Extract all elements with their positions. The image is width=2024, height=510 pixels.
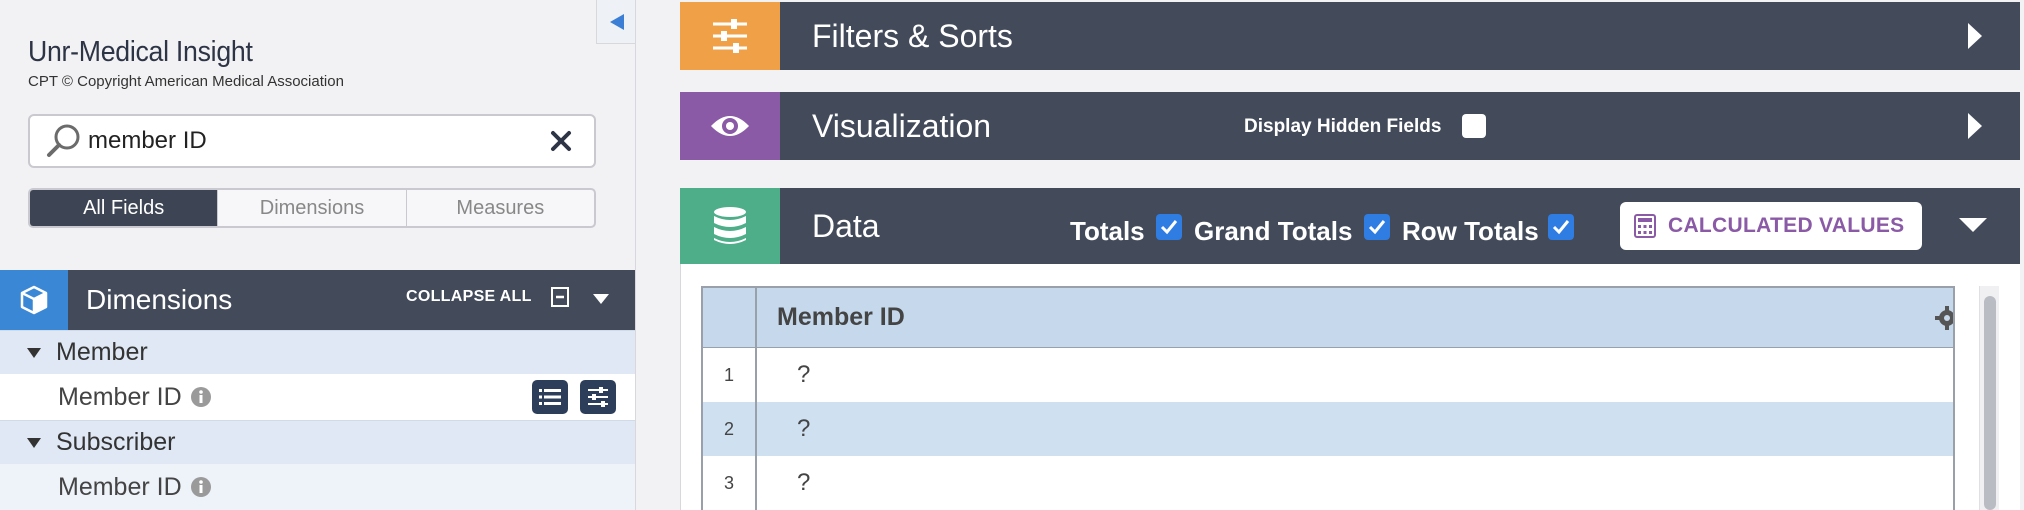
tree-item-subscriber-member-id[interactable]: Member ID (0, 464, 635, 510)
dimensions-title: Dimensions (86, 284, 233, 315)
tree-group-subscriber[interactable]: Subscriber (0, 420, 635, 464)
expand-triangle-icon (27, 437, 41, 448)
field-search-box (28, 114, 596, 168)
sliders-icon (588, 387, 608, 407)
calculated-values-button[interactable]: CALCULATED VALUES (1620, 202, 1922, 250)
display-hidden-fields-checkbox[interactable] (1462, 114, 1486, 138)
row-number-header (703, 288, 757, 347)
tree-group-label: Member (56, 338, 148, 366)
copyright-notice: CPT © Copyright American Medical Associa… (28, 73, 344, 90)
checkmark-icon (1552, 220, 1570, 235)
clear-search-icon[interactable] (548, 128, 574, 154)
table-cell[interactable]: ? (757, 348, 1953, 402)
cube-icon (0, 270, 68, 330)
data-title: Data (812, 207, 880, 244)
info-icon[interactable] (190, 476, 212, 498)
table-row[interactable]: 1 ? (703, 348, 1953, 402)
tree-item-label: Member ID (58, 472, 182, 501)
table-row[interactable]: 2 ? (703, 402, 1953, 456)
visualization-title: Visualization (812, 107, 992, 144)
table-row[interactable]: 3 ? (703, 456, 1953, 510)
visualization-panel[interactable]: Visualization Display Hidden Fields (680, 92, 2020, 160)
row-number: 3 (703, 456, 757, 510)
filters-sorts-panel[interactable]: Filters & Sorts (680, 2, 2020, 70)
grand-totals-label: Grand Totals (1194, 216, 1353, 246)
grid-header-row: Member ID (703, 288, 1953, 348)
list-view-button[interactable] (532, 380, 568, 414)
gear-icon[interactable] (1935, 306, 1955, 330)
tree-group-label: Subscriber (56, 428, 176, 456)
info-icon[interactable] (190, 386, 212, 408)
app-title: Unr-Medical Insight (28, 36, 253, 68)
dimensions-header: Dimensions COLLAPSE ALL (0, 270, 635, 330)
row-number: 2 (703, 402, 757, 456)
table-cell[interactable]: ? (757, 456, 1953, 510)
list-icon (539, 389, 561, 405)
data-panel-header[interactable]: Data Totals Grand Totals Row Totals CALC… (680, 188, 2020, 264)
row-totals-label: Row Totals (1402, 216, 1539, 246)
table-cell[interactable]: ? (757, 402, 1953, 456)
display-hidden-fields-label: Display Hidden Fields (1244, 116, 1442, 137)
calculator-icon (1634, 214, 1656, 238)
tab-all-fields[interactable]: All Fields (30, 190, 219, 226)
expand-arrow-icon[interactable] (1966, 112, 1984, 140)
filters-sorts-title: Filters & Sorts (812, 17, 1013, 54)
eye-icon (680, 92, 780, 160)
caret-down-icon[interactable] (592, 292, 610, 306)
checkmark-icon (1160, 220, 1178, 235)
row-totals-checkbox[interactable] (1548, 214, 1574, 240)
checkmark-icon (1368, 220, 1386, 235)
calculated-values-label: CALCULATED VALUES (1668, 214, 1905, 237)
grand-totals-checkbox[interactable] (1364, 214, 1390, 240)
tab-dimensions[interactable]: Dimensions (218, 190, 407, 226)
totals-label: Totals (1070, 216, 1145, 246)
expand-arrow-icon[interactable] (1966, 22, 1984, 50)
collapse-all-button[interactable]: COLLAPSE ALL (406, 288, 532, 306)
database-icon (680, 188, 780, 264)
column-header-label: Member ID (777, 303, 905, 331)
totals-checkbox[interactable] (1156, 214, 1182, 240)
column-header-member-id[interactable]: Member ID (757, 288, 1953, 347)
sliders-icon (680, 2, 780, 70)
tab-measures[interactable]: Measures (407, 190, 594, 226)
caret-down-icon[interactable] (1958, 216, 1988, 234)
field-picker-sidebar: Unr-Medical Insight CPT © Copyright Amer… (0, 0, 636, 510)
data-panel-body: Member ID 1 ? 2 ? 3 ? (680, 264, 2020, 510)
filter-settings-button[interactable] (580, 380, 616, 414)
search-icon (47, 124, 80, 157)
tree-group-member[interactable]: Member (0, 330, 635, 374)
scrollbar-thumb[interactable] (1984, 296, 1996, 510)
collapse-box-icon[interactable] (550, 286, 570, 308)
collapse-sidebar-button[interactable] (596, 0, 635, 44)
tree-item-label: Member ID (58, 382, 182, 411)
data-grid: Member ID 1 ? 2 ? 3 ? (701, 286, 1955, 510)
caret-left-icon (609, 13, 624, 30)
search-input[interactable] (88, 127, 548, 155)
row-number: 1 (703, 348, 757, 402)
expand-triangle-icon (27, 347, 41, 358)
tree-item-member-id[interactable]: Member ID (0, 374, 635, 420)
field-type-tabs: All Fields Dimensions Measures (28, 188, 596, 228)
vertical-scrollbar[interactable] (1979, 286, 1999, 510)
